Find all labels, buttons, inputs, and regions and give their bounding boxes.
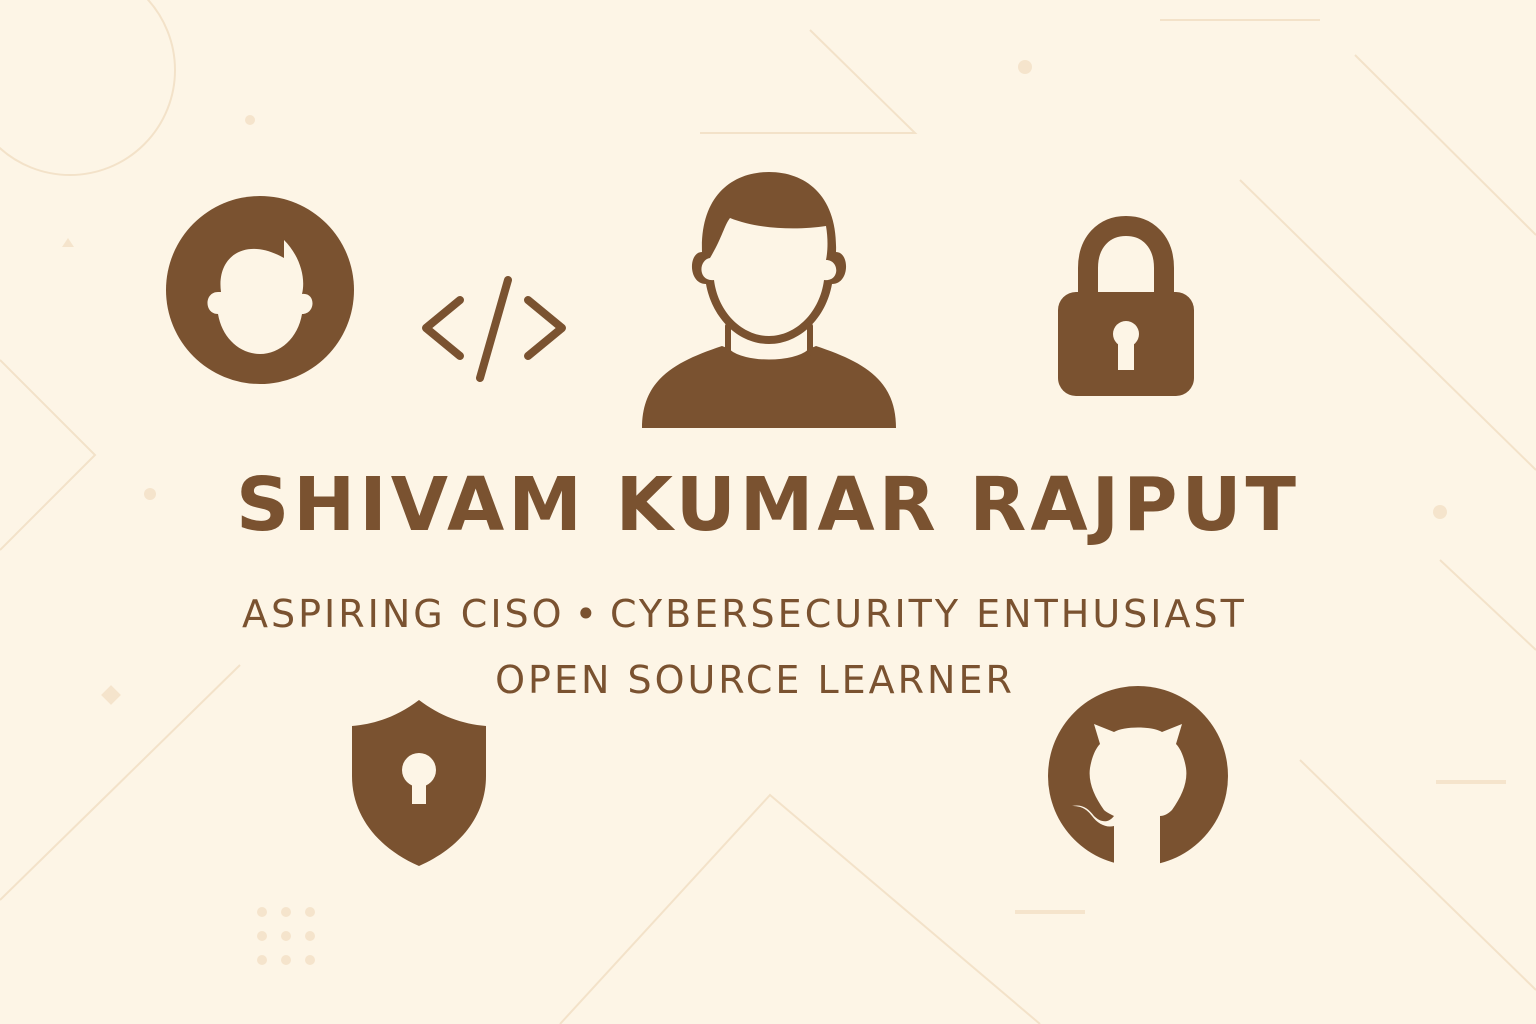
role-aspiring-ciso: ASPIRING CISO: [242, 592, 565, 636]
person-icon: [642, 172, 896, 428]
avatar-circle-icon: [166, 196, 354, 384]
role-cybersecurity-enthusiast: CYBERSECURITY ENTHUSIAST: [610, 592, 1247, 636]
tagline-line-2: OPEN SOURCE LEARNER: [0, 658, 1510, 702]
tagline-line-1: ASPIRING CISO • CYBERSECURITY ENTHUSIAST: [242, 592, 1244, 636]
code-icon: [422, 276, 566, 382]
tagline-separator: •: [574, 592, 600, 636]
github-icon: [1048, 686, 1228, 866]
padlock-icon: [1058, 215, 1194, 396]
shield-keyhole-icon: [352, 700, 486, 866]
role-open-source-learner: OPEN SOURCE LEARNER: [495, 658, 1015, 702]
person-name: SHIVAM KUMAR RAJPUT: [235, 462, 1301, 548]
